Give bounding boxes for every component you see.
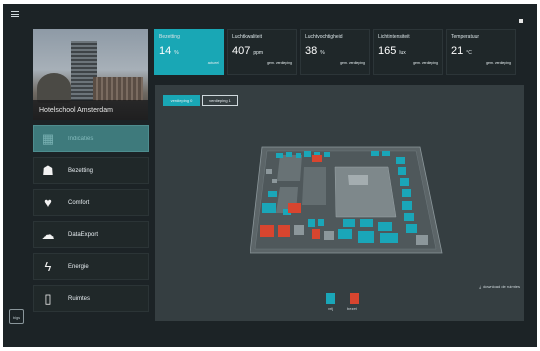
tile-label: Bezetting (159, 34, 180, 40)
cloud-download-icon: ☁ (41, 226, 55, 242)
sidebar-item-label: Ruimtes (68, 295, 91, 302)
tile-subtext: gem. verdieping (340, 61, 365, 65)
tile-subtext: actueel (207, 61, 219, 65)
3d-floorplan[interactable] (250, 145, 445, 260)
building-icon: ▦ (41, 130, 55, 146)
tile-subtext: gem. verdieping (267, 61, 292, 65)
floorplan-panel: verdieping 0 verdieping 1 ⤓ download de … (155, 85, 524, 321)
building-name: Hotelschool Amsterdam (39, 107, 113, 114)
tile-value: 38% (305, 45, 325, 57)
door-icon: ▯ (44, 290, 52, 306)
sidebar-item-label: Comfort (68, 199, 90, 206)
sidebar-item-label: DataExport (68, 231, 99, 238)
tile-unit: % (320, 50, 325, 56)
tile-subtext: gem. verdieping (486, 61, 511, 65)
download-icon: ⤓ (479, 284, 482, 289)
people-icon: ☗ (42, 162, 54, 178)
sidebar-item-indicaties[interactable]: ▦ Indicaties (33, 125, 149, 152)
sidebar-item-label: Bezetting (68, 167, 94, 174)
lightning-icon: ϟ (44, 259, 52, 274)
app-window: Hotelschool Amsterdam ▦ Indicaties ☗ Bez… (3, 4, 537, 347)
low-building-shape (93, 77, 143, 101)
legend-free-label: vrij (328, 306, 334, 311)
heartbeat-icon: ♥ (44, 195, 52, 210)
building-photo: Hotelschool Amsterdam (33, 29, 148, 120)
sidebar-item-ruimtes[interactable]: ▯ Ruimtes (33, 285, 149, 312)
tile-luchtvochtigheid[interactable]: Luchtvochtigheid 38% gem. verdieping (300, 29, 370, 75)
legend-free-swatch (326, 293, 335, 304)
legend-occupied-swatch (350, 293, 359, 304)
tile-value: 165 lux (378, 45, 406, 57)
sidebar-item-label: Energie (68, 263, 89, 270)
sidebar-item-label: Indicaties (68, 135, 94, 142)
tile-label: Lichtintensiteit (378, 34, 410, 40)
tile-unit: lux (399, 50, 406, 56)
floor-1-button[interactable]: verdieping 1 (202, 95, 238, 106)
bigs-logo: bigs (9, 309, 24, 324)
tile-label: Temperatuur (451, 34, 480, 40)
tile-value: 21 °C (451, 45, 472, 57)
download-label: download de ruimtes (483, 284, 520, 289)
tile-lichtintensiteit[interactable]: Lichtintensiteit 165 lux gem. verdieping (373, 29, 443, 75)
status-dot-icon (519, 19, 523, 23)
sidebar-item-energie[interactable]: ϟ Energie (33, 253, 149, 280)
legend-occupied-label: bezet (347, 306, 357, 311)
tile-luchtkwaliteit[interactable]: Luchtkwaliteit 407 ppm gem. verdieping (227, 29, 297, 75)
floor-0-button[interactable]: verdieping 0 (163, 95, 200, 106)
tile-unit: °C (466, 50, 472, 56)
tile-label: Luchtvochtigheid (305, 34, 343, 40)
tile-label: Luchtkwaliteit (232, 34, 263, 40)
tile-value: 407 ppm (232, 45, 264, 57)
tile-subtext: gem. verdieping (413, 61, 438, 65)
tile-value: 14% (159, 45, 179, 57)
tile-unit: ppm (253, 50, 264, 56)
hamburger-menu-icon[interactable] (11, 11, 19, 17)
download-rooms-link[interactable]: ⤓ download de ruimtes (479, 284, 520, 289)
tile-bezetting[interactable]: Bezetting 14% actueel (154, 29, 224, 75)
sidebar-item-dataexport[interactable]: ☁ DataExport (33, 221, 149, 248)
sidebar-item-bezetting[interactable]: ☗ Bezetting (33, 157, 149, 184)
tree-shape (37, 73, 71, 103)
tile-temperatuur[interactable]: Temperatuur 21 °C gem. verdieping (446, 29, 516, 75)
sidebar-item-comfort[interactable]: ♥ Comfort (33, 189, 149, 216)
tile-unit: % (174, 50, 179, 56)
